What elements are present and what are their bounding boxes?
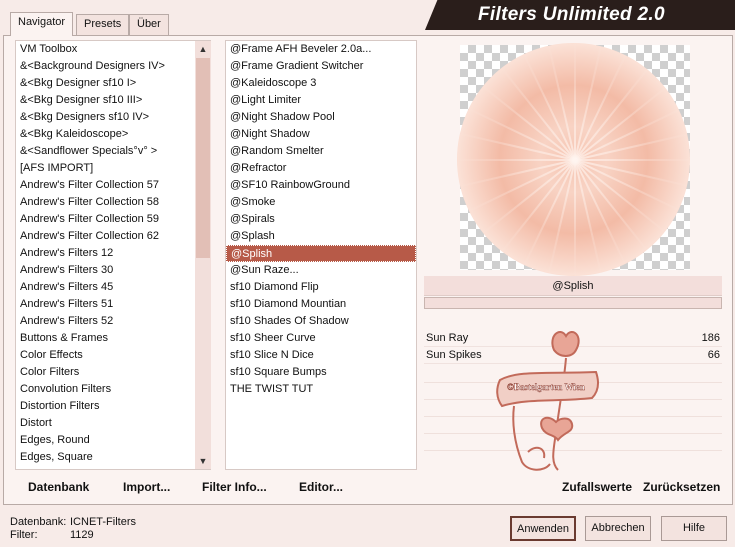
filter-item[interactable]: @Splash (226, 228, 416, 245)
preview-ray (457, 158, 575, 161)
param-label: Sun Ray (426, 332, 469, 344)
filter-item[interactable]: @Random Smelter (226, 143, 416, 160)
filter-item[interactable]: @Night Shadow (226, 126, 416, 143)
category-item[interactable]: Andrew's Filters 30 (16, 262, 210, 279)
filter-item[interactable]: @Frame Gradient Switcher (226, 58, 416, 75)
filter-item[interactable]: @Spirals (226, 211, 416, 228)
preview-ray (574, 158, 690, 161)
import-button[interactable]: Import... (123, 480, 170, 494)
database-button[interactable]: Datenbank (28, 480, 89, 494)
category-item[interactable]: Color Filters (16, 364, 210, 381)
category-item[interactable]: &<Sandflower Specials°v° > (16, 143, 210, 160)
filter-item[interactable]: sf10 Shades Of Shadow (226, 313, 416, 330)
random-values-button[interactable]: Zufallswerte (562, 480, 632, 494)
reset-button[interactable]: Zurücksetzen (643, 480, 720, 494)
editor-button[interactable]: Editor... (299, 480, 343, 494)
selected-filter-name: @Splish (424, 276, 722, 296)
category-item[interactable]: Andrew's Filters 52 (16, 313, 210, 330)
category-scrollbar[interactable]: ▲ ▼ (195, 41, 211, 469)
database-status: Datenbank: ICNET-Filters (10, 516, 136, 528)
apply-button[interactable]: Anwenden (510, 516, 576, 541)
help-button[interactable]: Hilfe (661, 516, 727, 541)
category-item[interactable]: Andrew's Filters 12 (16, 245, 210, 262)
category-item[interactable]: Distortion Filters (16, 398, 210, 415)
preview-image (457, 43, 690, 276)
svg-text:©Bastelgarten Wien: ©Bastelgarten Wien (507, 382, 585, 392)
category-item[interactable]: &<Bkg Designer sf10 I> (16, 75, 210, 92)
filter-item[interactable]: sf10 Slice N Dice (226, 347, 416, 364)
filter-item[interactable]: @SF10 RainbowGround (226, 177, 416, 194)
filter-item[interactable]: @Refractor (226, 160, 416, 177)
category-item[interactable]: Edges, Square (16, 449, 210, 466)
tab-navigator[interactable]: Navigator (10, 12, 74, 36)
filter-item[interactable]: sf10 Sheer Curve (226, 330, 416, 347)
category-item[interactable]: Convolution Filters (16, 381, 210, 398)
filter-list[interactable]: @Frame AFH Beveler 2.0a... @Frame Gradien… (225, 40, 417, 470)
preview-slider[interactable] (424, 297, 722, 309)
param-value: 66 (707, 349, 720, 361)
filter-item[interactable]: THE TWIST TUT (226, 381, 416, 398)
tab-presets[interactable]: Presets (76, 14, 130, 35)
watermark-flower-logo: ©Bastelgarten Wien (496, 331, 600, 471)
category-item[interactable]: Distort (16, 415, 210, 432)
filter-item[interactable]: @Smoke (226, 194, 416, 211)
filter-item[interactable]: @Frame AFH Beveler 2.0a... (226, 41, 416, 58)
filter-item[interactable]: @Night Shadow Pool (226, 109, 416, 126)
category-item[interactable]: &<Background Designers IV> (16, 58, 210, 75)
category-item[interactable]: Andrew's Filter Collection 57 (16, 177, 210, 194)
filter-count-label: Filter: (10, 529, 38, 541)
category-item[interactable]: Andrew's Filter Collection 58 (16, 194, 210, 211)
category-item[interactable]: VM Toolbox (16, 41, 210, 58)
category-item[interactable]: &<Bkg Kaleidoscope> (16, 126, 210, 143)
filter-item[interactable]: sf10 Diamond Mountian (226, 296, 416, 313)
filter-count-status: Filter: 1129 (10, 529, 94, 541)
category-item[interactable]: Andrew's Filter Collection 62 (16, 228, 210, 245)
category-item[interactable]: Andrew's Filters 51 (16, 296, 210, 313)
filter-item[interactable]: sf10 Diamond Flip (226, 279, 416, 296)
filter-count-value: 1129 (70, 529, 94, 541)
category-item[interactable]: &<Bkg Designer sf10 III> (16, 92, 210, 109)
cancel-button[interactable]: Abbrechen (585, 516, 651, 541)
scroll-down-icon[interactable]: ▼ (195, 453, 211, 469)
param-label: Sun Spikes (426, 349, 482, 361)
filter-item[interactable]: @Light Limiter (226, 92, 416, 109)
category-item[interactable]: Edges, Round (16, 432, 210, 449)
category-item[interactable]: Buttons & Frames (16, 330, 210, 347)
category-list[interactable]: VM Toolbox &<Background Designers IV> &<Bk… (15, 40, 211, 470)
database-value: ICNET-Filters (70, 516, 136, 528)
filter-item[interactable]: @Sun Raze... (226, 262, 416, 279)
category-item[interactable]: &<Bkg Designers sf10 IV> (16, 109, 210, 126)
preview-ray (573, 159, 576, 276)
app-title: Filters Unlimited 2.0 (478, 4, 665, 25)
category-item[interactable]: [AFS IMPORT] (16, 160, 210, 177)
filter-item[interactable]: sf10 Square Bumps (226, 364, 416, 381)
filter-item[interactable]: @Splish (226, 245, 416, 262)
filter-info-button[interactable]: Filter Info... (202, 480, 267, 494)
category-item[interactable]: Andrew's Filter Collection 59 (16, 211, 210, 228)
tab-about[interactable]: Über (129, 14, 169, 35)
database-label: Datenbank: (10, 516, 67, 528)
scroll-thumb[interactable] (196, 58, 210, 258)
param-value: 186 (701, 332, 720, 344)
preview-ray (573, 43, 576, 160)
category-item[interactable]: Color Effects (16, 347, 210, 364)
filter-item[interactable]: @Kaleidoscope 3 (226, 75, 416, 92)
category-item[interactable]: Andrew's Filters 45 (16, 279, 210, 296)
scroll-up-icon[interactable]: ▲ (195, 41, 211, 57)
